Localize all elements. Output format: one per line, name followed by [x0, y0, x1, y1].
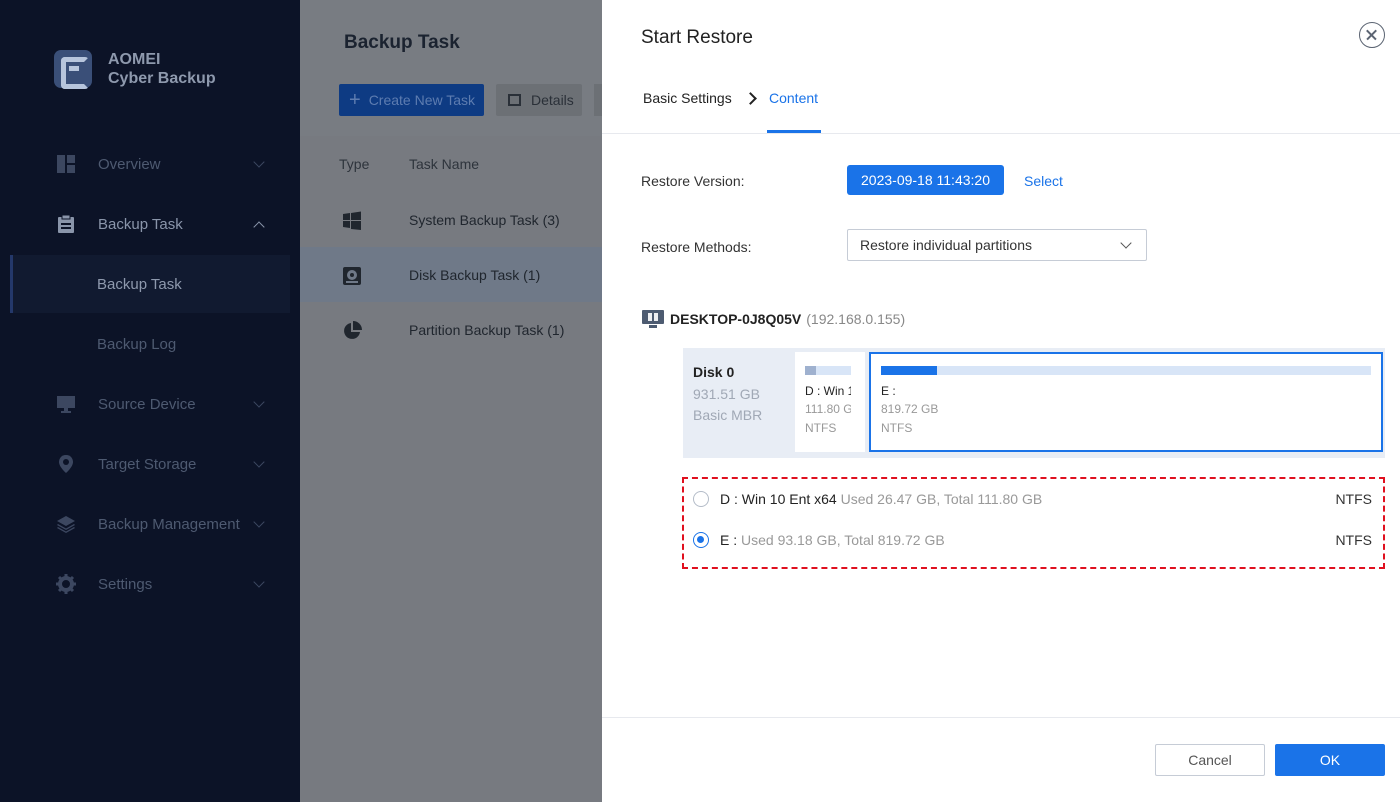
sidebar-item-label: Backup Management: [98, 515, 240, 533]
partition-fs: NTFS: [805, 421, 837, 435]
partition-option-fs: NTFS: [1335, 491, 1372, 507]
ok-button[interactable]: OK: [1275, 744, 1385, 776]
sidebar: AOMEI Cyber Backup Overview Backup Task …: [0, 0, 300, 802]
device-ip: (192.168.0.155): [806, 311, 906, 327]
brand-name-line2: Cyber Backup: [108, 70, 216, 87]
sidebar-subitem-backup-task[interactable]: Backup Task: [10, 255, 290, 313]
partition-label: D : Win 10 Ent x64: [805, 384, 851, 398]
sidebar-item-label: Source Device: [98, 395, 196, 413]
restore-version-value: 2023-09-18 11:43:20: [847, 165, 1004, 195]
partition-label: E :: [881, 384, 896, 398]
page-title: Backup Task: [344, 32, 460, 53]
partition-usage-bar: [881, 366, 1371, 375]
sidebar-item-target-storage[interactable]: Target Storage: [0, 444, 300, 484]
main-header: Backup Task + Create New Task Details: [300, 0, 604, 136]
task-name: Partition Backup Task (1): [409, 321, 565, 338]
chevron-down-icon: [253, 456, 265, 468]
task-name: System Backup Task (3): [409, 211, 560, 228]
chevron-down-icon: [253, 576, 265, 588]
disk-name: Disk 0: [693, 364, 735, 380]
disk-size: 931.51 GB: [693, 386, 760, 402]
restore-method-select[interactable]: Restore individual partitions: [847, 229, 1147, 261]
disk-map: Disk 0 931.51 GB Basic MBR D : Win 10 En…: [683, 348, 1385, 458]
partition-option-info: Used 93.18 GB, Total 819.72 GB: [741, 532, 945, 548]
app-logo: AOMEI Cyber Backup: [54, 50, 216, 89]
chevron-up-icon: [253, 221, 265, 233]
sidebar-item-label: Target Storage: [98, 455, 197, 473]
chevron-down-icon: [1120, 237, 1132, 249]
brand-name-line1: AOMEI: [108, 51, 161, 68]
restore-version-label: Restore Version:: [641, 173, 745, 189]
partition-option-label: E :: [720, 532, 738, 548]
device-header: DESKTOP-0J8Q05V (192.168.0.155): [642, 310, 905, 328]
details-icon: [508, 94, 521, 106]
gear-icon: [56, 574, 76, 594]
restore-method-value: Restore individual partitions: [860, 237, 1032, 253]
column-header-task-name: Task Name: [409, 156, 480, 172]
task-name: Disk Backup Task (1): [409, 266, 541, 283]
sidebar-item-backup-task[interactable]: Backup Task: [0, 204, 300, 244]
select-version-link[interactable]: Select: [1024, 173, 1063, 189]
footer-divider: [602, 717, 1400, 718]
clipboard-icon: [56, 214, 76, 234]
partition-e-radio[interactable]: [693, 532, 709, 548]
sidebar-item-settings[interactable]: Settings: [0, 564, 300, 604]
dashboard-icon: [56, 154, 76, 174]
partition-block-d[interactable]: D : Win 10 Ent x64 111.80 GB NTFS: [795, 352, 865, 452]
sidebar-item-label: Backup Task: [98, 215, 183, 233]
partition-d-radio[interactable]: [693, 491, 709, 507]
aomei-logo-icon: [54, 50, 92, 89]
step-content[interactable]: Content: [769, 90, 818, 106]
cancel-button[interactable]: Cancel: [1155, 744, 1265, 776]
partition-option-d[interactable]: D : Win 10 Ent x64 Used 26.47 GB, Total …: [684, 479, 1383, 519]
sidebar-item-overview[interactable]: Overview: [0, 144, 300, 184]
layers-icon: [56, 514, 76, 534]
disk-icon: [342, 266, 361, 285]
create-new-task-button[interactable]: + Create New Task: [339, 84, 484, 116]
header-divider: [602, 133, 1400, 134]
sidebar-item-source-device[interactable]: Source Device: [0, 384, 300, 424]
chevron-down-icon: [253, 396, 265, 408]
chevron-down-icon: [253, 516, 265, 528]
partition-option-info: Used 26.47 GB, Total 111.80 GB: [840, 491, 1043, 507]
partition-fs: NTFS: [881, 421, 913, 435]
sidebar-item-label: Overview: [98, 155, 161, 173]
partition-usage-bar: [805, 366, 851, 375]
disk-type: Basic MBR: [693, 407, 763, 423]
sidebar-item-backup-management[interactable]: Backup Management: [0, 504, 300, 544]
partition-option-fs: NTFS: [1335, 532, 1372, 548]
partition-option-label: D : Win 10 Ent x64: [720, 491, 837, 507]
partition-option-e[interactable]: E : Used 93.18 GB, Total 819.72 GB NTFS: [684, 520, 1383, 560]
disk-info: Disk 0 931.51 GB Basic MBR: [693, 364, 762, 422]
start-restore-drawer: Start Restore Basic Settings Content Res…: [602, 0, 1400, 802]
partition-block-e[interactable]: E : 819.72 GB NTFS: [869, 352, 1383, 452]
device-name: DESKTOP-0J8Q05V: [670, 311, 802, 327]
table-row[interactable]: Partition Backup Task (1): [300, 302, 602, 357]
partition-choice-list: D : Win 10 Ent x64 Used 26.47 GB, Total …: [682, 477, 1385, 569]
monitor-icon: [56, 394, 76, 414]
table-row[interactable]: Disk Backup Task (1): [300, 247, 602, 302]
partition-size: 819.72 GB: [881, 402, 939, 416]
partition-size: 111.80 GB: [805, 402, 851, 416]
close-icon[interactable]: [1359, 22, 1385, 48]
chevron-down-icon: [253, 156, 265, 168]
chevron-right-icon: [744, 92, 757, 105]
step-basic-settings[interactable]: Basic Settings: [643, 90, 732, 106]
windows-icon: [342, 211, 361, 230]
create-new-task-label: Create New Task: [368, 92, 476, 108]
main-content: Backup Task + Create New Task Details Ty…: [300, 0, 604, 802]
column-header-type: Type: [339, 156, 370, 172]
sidebar-item-label: Settings: [98, 575, 153, 593]
pie-icon: [342, 320, 362, 339]
details-button[interactable]: Details: [496, 84, 582, 116]
restore-methods-label: Restore Methods:: [641, 239, 752, 255]
details-label: Details: [531, 92, 574, 108]
sidebar-subitem-backup-log[interactable]: Backup Log: [10, 315, 290, 373]
drawer-title: Start Restore: [641, 27, 753, 48]
plus-icon: +: [349, 88, 361, 111]
computer-icon: [642, 310, 664, 328]
table-row[interactable]: System Backup Task (3): [300, 192, 602, 247]
location-pin-icon: [56, 454, 76, 474]
